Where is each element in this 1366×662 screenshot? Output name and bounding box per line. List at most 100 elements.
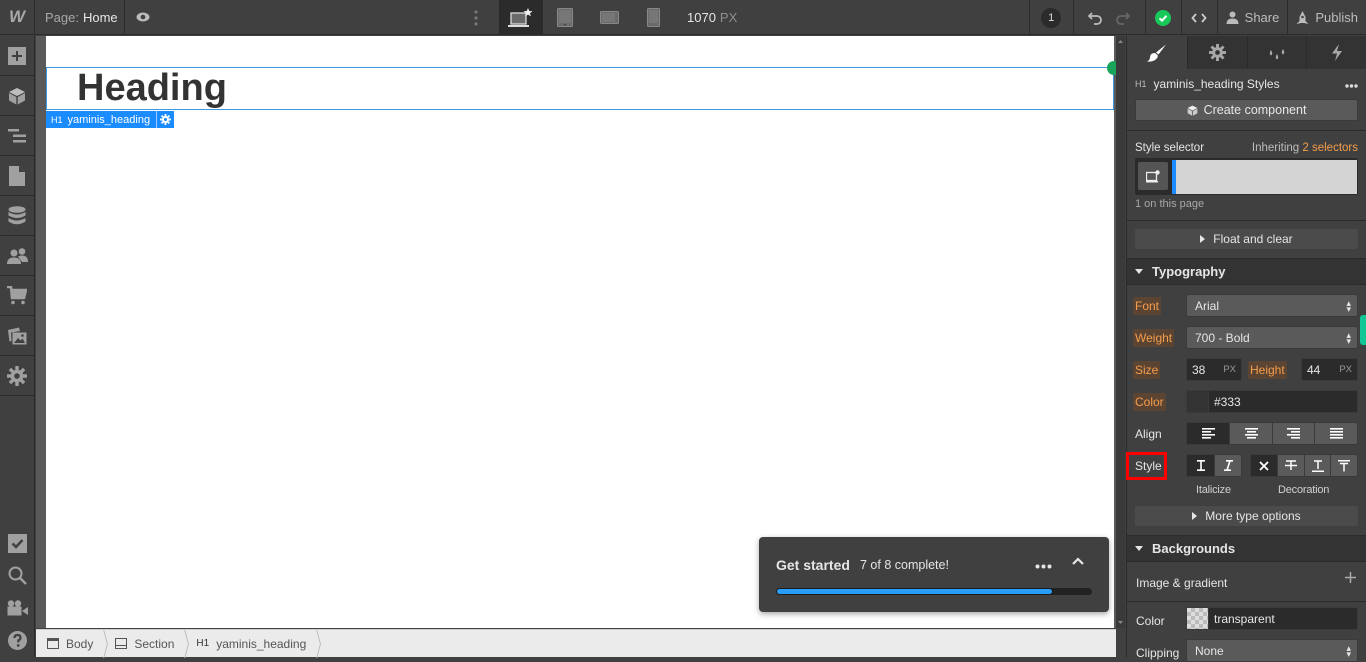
backgrounds-section-header[interactable]: Backgrounds: [1127, 535, 1366, 562]
clipping-select[interactable]: None ▴ ▾: [1186, 639, 1358, 662]
tab-style-manager[interactable]: [1246, 36, 1307, 69]
typography-section-header[interactable]: Typography: [1127, 258, 1366, 285]
divider: [1127, 601, 1366, 602]
redo-icon[interactable]: [1116, 11, 1131, 25]
panel-tabs: [1127, 36, 1366, 69]
panel-scrollbar[interactable]: [1360, 315, 1366, 345]
line-height-label[interactable]: Height: [1248, 361, 1287, 379]
align-justify-button[interactable]: [1314, 423, 1357, 444]
get-started-progress-fill: [776, 588, 1053, 595]
underline-icon: [1311, 459, 1324, 472]
inheriting-selectors-link[interactable]: 2 selectors: [1302, 142, 1358, 154]
publish-button[interactable]: Publish: [1287, 0, 1366, 35]
create-component-button[interactable]: Create component: [1135, 99, 1358, 121]
code-export-button[interactable]: [1180, 0, 1217, 35]
cube-icon: [1187, 105, 1197, 116]
tab-interactions[interactable]: [1306, 36, 1366, 69]
float-and-clear-toggle[interactable]: Float and clear: [1135, 229, 1358, 249]
selected-heading-element[interactable]: Heading: [46, 61, 1121, 110]
undo-icon[interactable]: [1088, 11, 1103, 25]
settings-button[interactable]: [0, 356, 34, 396]
breakpoint-desktop[interactable]: [499, 0, 543, 35]
assets-button[interactable]: [0, 316, 34, 356]
breadcrumb-item-section[interactable]: Section: [104, 630, 185, 658]
breadcrumb-item-body[interactable]: Body: [36, 630, 104, 658]
element-tag: H1: [51, 114, 63, 125]
laptop-star-icon: [508, 7, 533, 27]
clipping-value: None: [1195, 643, 1224, 658]
share-button[interactable]: Share: [1216, 0, 1288, 35]
help-button[interactable]: [0, 625, 34, 658]
get-started-progress-bar: [776, 588, 1092, 595]
users-button[interactable]: [0, 236, 34, 276]
style-selector-input[interactable]: [1172, 160, 1357, 194]
tab-settings[interactable]: [1186, 36, 1247, 69]
bg-color-field[interactable]: transparent: [1186, 607, 1358, 630]
select-arrows-icon: ▴ ▾: [1346, 297, 1351, 314]
text-color-swatch[interactable]: [1187, 391, 1209, 412]
font-size-input[interactable]: 38 PX: [1186, 358, 1242, 381]
align-right-button[interactable]: [1271, 423, 1315, 444]
align-justify-icon: [1329, 428, 1343, 439]
element-settings-button[interactable]: [156, 111, 174, 128]
decoration-overline-button[interactable]: [1330, 455, 1357, 476]
add-background-button[interactable]: [1345, 572, 1356, 586]
line-height-unit[interactable]: PX: [1339, 364, 1352, 375]
decoration-none-button[interactable]: [1251, 455, 1278, 476]
font-select[interactable]: Arial ▴ ▾: [1186, 294, 1358, 317]
color-label[interactable]: Color: [1133, 393, 1166, 411]
save-status[interactable]: [1144, 0, 1181, 35]
decoration-underline-button[interactable]: [1303, 455, 1331, 476]
search-button[interactable]: [0, 560, 34, 593]
heading-text[interactable]: Heading: [77, 66, 227, 110]
page-selector[interactable]: Page: Home: [35, 0, 125, 35]
decoration-strikethrough-button[interactable]: [1277, 455, 1304, 476]
notifications-button[interactable]: 1: [1028, 0, 1073, 35]
style-normal-button[interactable]: [1187, 455, 1214, 476]
add-elements-button[interactable]: [0, 36, 34, 76]
text-color-field[interactable]: #333: [1186, 390, 1358, 413]
italicize-hint: Italicize: [1196, 484, 1231, 496]
tab-style[interactable]: [1127, 36, 1187, 69]
style-italic-button[interactable]: [1214, 455, 1241, 476]
get-started-more-button[interactable]: [1035, 556, 1052, 572]
styles-header: H1 yaminis_heading Styles: [1135, 77, 1358, 91]
line-height-input[interactable]: 44 PX: [1301, 358, 1358, 381]
components-button[interactable]: [0, 76, 34, 116]
navigator-button[interactable]: [0, 116, 34, 156]
video-tutorials-button[interactable]: [0, 592, 34, 625]
font-size-value: 38: [1192, 362, 1206, 377]
top-right-tools: 1 Share Publish: [1028, 0, 1366, 35]
preview-button[interactable]: [125, 0, 161, 35]
font-label[interactable]: Font: [1133, 297, 1162, 315]
decoration-hint: Decoration: [1278, 484, 1330, 496]
webflow-logo[interactable]: W: [0, 0, 35, 35]
audit-button[interactable]: [0, 527, 34, 560]
video-camera-icon: [7, 600, 28, 616]
styles-more-button[interactable]: [1345, 77, 1358, 91]
more-type-options-toggle[interactable]: More type options: [1135, 506, 1358, 526]
font-size-unit[interactable]: PX: [1223, 364, 1236, 375]
transparent-swatch[interactable]: [1187, 608, 1209, 629]
breakpoint-tablet[interactable]: [543, 0, 587, 35]
size-label[interactable]: Size: [1133, 361, 1161, 379]
weight-select[interactable]: 700 - Bold ▴ ▾: [1186, 326, 1358, 349]
more-options-button[interactable]: [466, 0, 486, 35]
align-left-button[interactable]: [1187, 423, 1230, 444]
element-label-badge[interactable]: H1 yaminis_heading: [46, 111, 175, 128]
image-gradient-label: Image & gradient: [1136, 576, 1228, 590]
cms-button[interactable]: [0, 196, 34, 236]
selector-type-button[interactable]: [1138, 162, 1168, 190]
breakpoint-mobile-landscape[interactable]: [587, 0, 631, 35]
overline-icon: [1338, 459, 1351, 471]
breakpoint-mobile-portrait[interactable]: [631, 0, 675, 35]
publish-label: Publish: [1315, 10, 1358, 25]
pages-button[interactable]: [0, 156, 34, 196]
get-started-collapse-button[interactable]: [1071, 555, 1085, 570]
weight-label[interactable]: Weight: [1133, 329, 1175, 347]
ecommerce-button[interactable]: [0, 276, 34, 316]
canvas-scrollbar[interactable]: [1116, 36, 1125, 628]
align-center-button[interactable]: [1229, 423, 1272, 444]
breadcrumb-item-heading[interactable]: H1 yaminis_heading: [185, 630, 317, 658]
gear-icon: [160, 114, 172, 125]
